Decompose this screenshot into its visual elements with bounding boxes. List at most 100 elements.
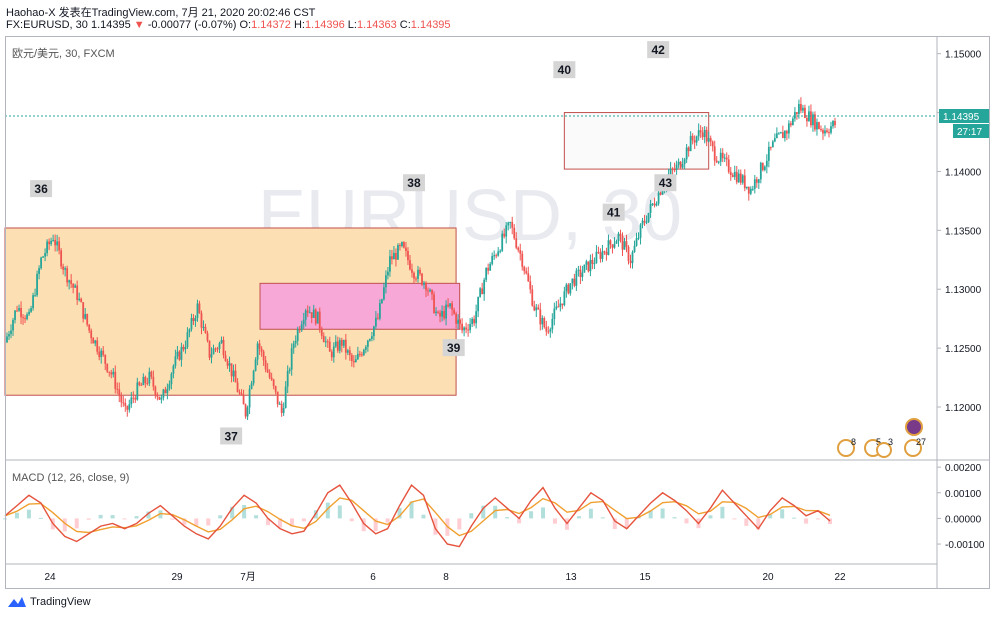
candle-body [168,384,171,389]
candle-body [607,240,610,255]
candle-body [354,359,357,363]
candle-body [348,350,351,356]
candle-body [166,388,169,394]
candle-body [204,326,207,334]
candle-body [421,273,423,285]
candle-body [174,356,177,366]
candle-body [266,369,269,373]
candle-body [645,221,648,223]
candle-body [743,175,746,189]
candle-body [525,271,528,274]
candle-body [364,346,367,350]
price-tick-label: 1.12500 [945,344,982,355]
candle-body [581,272,584,278]
candle-body [733,171,736,177]
candle-body [627,246,630,261]
candle-body [477,296,480,312]
candle-body [499,250,502,252]
candle-body [322,335,325,343]
candle-body [461,323,464,331]
macd-histogram-bar [780,509,785,519]
candle-body [699,130,702,133]
candle-body [545,327,548,332]
candle-body [118,389,121,396]
candle-body [749,188,752,194]
macd-histogram-bar [385,518,390,523]
candle-body [791,118,794,126]
candle-body [228,363,231,366]
event-flags[interactable]: 8 5 3 27 [837,418,926,458]
candle-body [789,123,792,126]
event-count: 3 [888,437,893,447]
candle-body [489,263,492,271]
candle-body [330,351,333,358]
candle-body [178,351,181,360]
candle-body [511,221,514,228]
candle-body [160,397,163,400]
candle-body [332,346,335,358]
candle-body [64,268,67,270]
price-chart[interactable]: EURUSD, 30 3637383940414243 1.150001.145… [0,0,1000,618]
candle-body [74,285,77,288]
candle-body [597,251,600,253]
macd-histogram-bar [86,518,91,520]
candle-body [214,348,217,350]
candle-body [90,330,93,339]
candle-body [376,317,379,319]
candle-body [639,224,642,238]
candle-body [72,283,75,288]
candle-body [78,298,81,300]
candle-body [18,307,20,311]
wave-label: 40 [558,63,572,77]
candle-body [104,354,107,364]
candle-body [340,339,343,346]
globe-icon [905,418,923,436]
time-axis: 24 29 7月 6 8 13 15 20 22 [5,563,937,583]
candle-body [689,135,692,152]
candle-body [256,343,259,360]
candle-body [611,244,614,248]
macd-histogram-bar [684,518,689,524]
candle-body [824,130,826,134]
time-tick-label: 24 [44,572,56,583]
candle-body [775,133,778,139]
candle-body [270,377,273,380]
candle-body [547,331,550,333]
candle-body [453,309,455,314]
candle-body [559,303,562,307]
candle-body [583,264,586,273]
candle-body [814,114,816,130]
candle-body [787,123,790,134]
candle-body [539,309,542,325]
candle-body [551,318,554,330]
candle-body [389,256,391,272]
brand[interactable]: TradingView [8,596,91,608]
candle-body [657,192,660,204]
macd-axis: 0.00200 0.00100 0.00000 -0.00100 [937,463,985,551]
candle-body [362,349,365,356]
candle-body [344,339,347,353]
candle-body [589,259,592,272]
candle-body [615,241,618,244]
candle-body [132,397,135,399]
candle-body [368,338,371,341]
pane-symbol: 欧元/美元, 30, FXCM [12,48,115,60]
candle-body [318,311,321,329]
candle-body [599,252,602,259]
candle-body [415,278,417,280]
candle-body [346,350,349,353]
wave-label: 36 [34,182,48,196]
candle-body [296,329,299,341]
candle-body [224,355,227,362]
candle-body [180,346,183,360]
time-tick-label: 13 [565,572,577,583]
candle-body [695,136,698,143]
candle-body [669,168,672,175]
candle-body [308,312,311,314]
candle-body [493,255,496,257]
candle-body [681,164,684,168]
candle-body [212,348,215,355]
candle-body [385,275,387,288]
macd-histogram-bar [588,508,593,519]
candle-body [621,235,624,250]
